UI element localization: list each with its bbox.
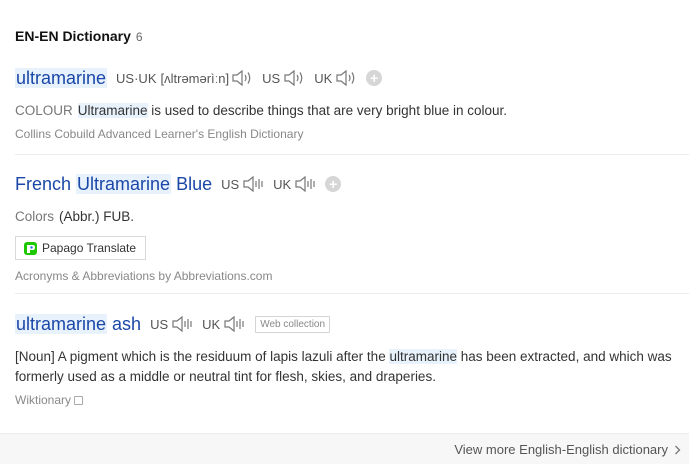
pronunciation-us-uk: US·UK [ʌltrəmərìːn] [116, 69, 253, 87]
speaker-icon[interactable] [294, 175, 316, 193]
definition-text: is used to describe things that are very… [147, 103, 507, 118]
definition-text: [Noun] A pigment which is the residuum o… [15, 349, 390, 364]
highlighted-term: Ultramarine [77, 103, 148, 118]
us-label: US [150, 316, 169, 332]
definition: Colors (Abbr.) FUB. [15, 207, 689, 227]
uk-label: UK [314, 70, 333, 86]
speaker-icon[interactable] [242, 175, 264, 193]
divider [15, 293, 689, 294]
divider [15, 154, 689, 155]
speaker-icon[interactable] [335, 69, 357, 87]
speaker-icon[interactable] [223, 315, 245, 333]
source-link[interactable]: Wiktionary [15, 393, 689, 407]
plus-icon[interactable]: + [366, 70, 383, 86]
plus-icon[interactable]: + [325, 176, 342, 192]
headword-link[interactable]: French Ultramarine Blue [15, 173, 212, 195]
dictionary-entry: ultramarine ash US UK Web collection [No… [15, 312, 689, 407]
headword-link[interactable]: ultramarine ash [15, 313, 141, 335]
view-more-link[interactable]: View more English-English dictionary [454, 442, 681, 457]
category-label: COLOUR [15, 103, 73, 118]
speaker-icon[interactable] [231, 69, 253, 87]
dictionary-entry: French Ultramarine Blue US UK + Colors (A… [15, 172, 689, 283]
view-more-label: View more English-English dictionary [454, 442, 668, 457]
pronunciation-us: US [262, 69, 305, 87]
speaker-icon[interactable] [283, 69, 305, 87]
speaker-icon[interactable] [171, 315, 193, 333]
dictionary-entry: ultramarine US·UK [ʌltrəmərìːn] US UK + … [15, 66, 689, 141]
source-label: Wiktionary [15, 393, 72, 407]
pronunciation-uk: UK [202, 315, 245, 333]
definition: [Noun] A pigment which is the residuum o… [15, 347, 675, 387]
pronunciation-uk: UK [314, 69, 357, 87]
pron-label: US·UK [116, 70, 157, 86]
us-label: US [221, 176, 240, 192]
section-header: EN-EN Dictionary 6 [15, 28, 143, 44]
definition: COLOUR Ultramarine is used to describe th… [15, 101, 689, 121]
ipa-text: [ʌltrəmərìːn] [160, 70, 230, 86]
papago-translate-button[interactable]: Papago Translate [15, 236, 147, 260]
section-title: EN-EN Dictionary [15, 28, 131, 44]
external-link-icon [74, 396, 84, 406]
papago-label: Papago Translate [42, 241, 137, 255]
uk-label: UK [202, 316, 221, 332]
papago-logo-icon [24, 241, 37, 255]
source-link[interactable]: Collins Cobuild Advanced Learner's Engli… [15, 127, 689, 141]
definition-text: (Abbr.) FUB. [59, 209, 135, 224]
result-count: 6 [135, 30, 143, 44]
pronunciation-uk: UK [273, 175, 316, 193]
web-collection-badge: Web collection [255, 315, 331, 333]
pronunciation-us: US [221, 175, 264, 193]
source-link[interactable]: Acronyms & Abbreviations by Abbreviation… [15, 269, 689, 283]
highlighted-term: ultramarine [389, 349, 457, 364]
headword-link[interactable]: ultramarine [15, 67, 108, 89]
chevron-right-icon [675, 445, 681, 454]
footer-bar: View more English-English dictionary [0, 433, 689, 464]
us-label: US [262, 70, 281, 86]
uk-label: UK [273, 176, 292, 192]
category-label: Colors [15, 209, 55, 224]
pronunciation-us: US [150, 315, 193, 333]
